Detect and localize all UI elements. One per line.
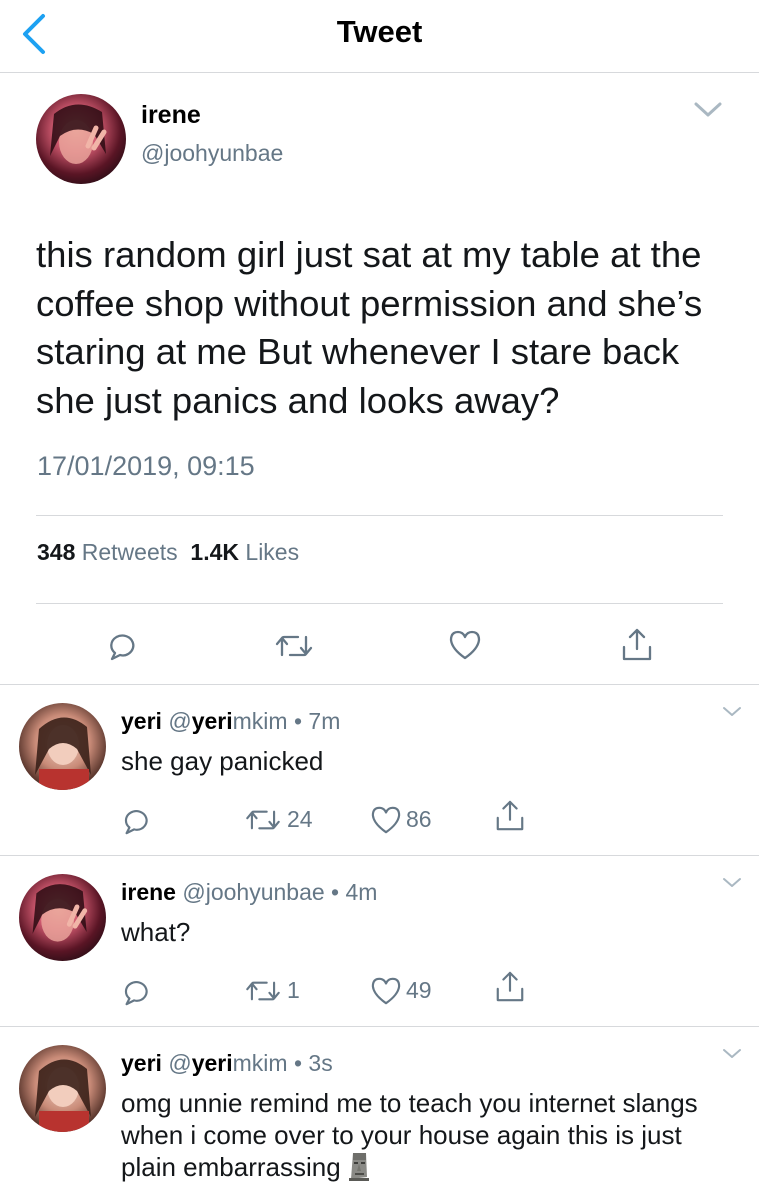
tweet-timestamp: 17/01/2019, 09:15 [37,451,255,481]
avatar[interactable] [19,703,106,790]
retweets-count: 348 [37,539,76,565]
reply-header: yeri @yerimkim • 7m [121,708,340,735]
chevron-down-icon[interactable] [692,99,724,121]
tweet-stats: 348 Retweets 1.4K Likes [37,539,299,566]
reply-author-handle[interactable]: @yerimkim [168,708,287,734]
reply-text: what? [121,917,191,947]
retweet-icon[interactable] [274,633,314,659]
heart-icon[interactable] [448,629,482,661]
reply-tweet[interactable]: yeri @yerimkim • 7m she gay panicked 24 … [0,685,759,856]
reply-header: irene @joohyunbae • 4m [121,879,377,906]
likes-label: Likes [245,539,300,565]
chevron-down-icon[interactable] [721,876,743,890]
handle-rest: mkim [232,1050,288,1076]
retweets-label: Retweets [81,539,178,565]
handle-bold-part: yeri [191,1050,233,1076]
reply-author-name[interactable]: irene [121,879,176,905]
avatar[interactable] [19,874,106,961]
reply-author-handle[interactable]: @yerimkim [168,1050,287,1076]
retweet-count: 24 [287,806,313,832]
heart-icon[interactable] [370,976,402,1006]
reply-text-block: omg unnie remind me to teach you interne… [121,1087,741,1183]
share-icon[interactable] [494,970,526,1004]
share-icon[interactable] [620,627,654,663]
handle-prefix: @ [168,708,192,734]
handle-bold-part: yeri [191,708,233,734]
likes-stat[interactable]: 1.4K Likes [190,539,299,565]
likes-count: 1.4K [190,539,240,565]
retweets-stat[interactable]: 348 Retweets [37,539,178,565]
like-count: 49 [406,977,432,1003]
navigation-bar: Tweet [0,0,759,73]
reply-time: 7m [308,708,341,734]
reply-author-handle[interactable]: @joohyunbae [182,879,324,905]
chevron-down-icon[interactable] [721,1047,743,1061]
separator-dot: • [287,1050,309,1076]
reply-text: omg unnie remind me to teach you interne… [121,1088,698,1182]
page-title: Tweet [336,14,423,49]
tweet-actions [0,623,759,667]
reply-author-name[interactable]: yeri [121,708,162,734]
reply-tweet[interactable]: yeri @yerimkim • 3s omg unnie remind me … [0,1027,759,1200]
author-handle[interactable]: @joohyunbae [141,140,283,167]
retweet-icon[interactable] [244,808,282,832]
reply-actions: 24 86 [0,800,759,837]
avatar[interactable] [36,94,126,184]
share-icon[interactable] [494,799,526,833]
retweet-icon[interactable] [244,979,282,1003]
divider [36,603,723,604]
tweet-text: this random girl just sat at my table at… [36,234,703,421]
reply-icon[interactable] [121,805,151,835]
retweet-count: 1 [287,977,300,1003]
reply-icon[interactable] [106,629,138,661]
divider [36,515,723,516]
separator-dot: • [324,879,346,905]
separator-dot: • [287,708,309,734]
reply-time: 4m [345,879,378,905]
reply-icon[interactable] [121,976,151,1006]
handle-prefix: @ [168,1050,192,1076]
chevron-down-icon[interactable] [721,705,743,719]
reply-time: 3s [308,1050,333,1076]
reply-header: yeri @yerimkim • 3s [121,1050,333,1077]
author-name[interactable]: irene [141,101,201,130]
reply-tweet[interactable]: irene @joohyunbae • 4m what? 1 49 [0,856,759,1027]
like-count: 86 [406,806,432,832]
handle-rest: mkim [232,708,288,734]
main-tweet: irene @joohyunbae this random girl just … [0,73,759,685]
reply-actions: 1 49 [0,971,759,1008]
avatar[interactable] [19,1045,106,1132]
heart-icon[interactable] [370,805,402,835]
reply-author-name[interactable]: yeri [121,1050,162,1076]
reply-text: she gay panicked [121,746,324,776]
moai-emoji-icon [347,1151,371,1181]
